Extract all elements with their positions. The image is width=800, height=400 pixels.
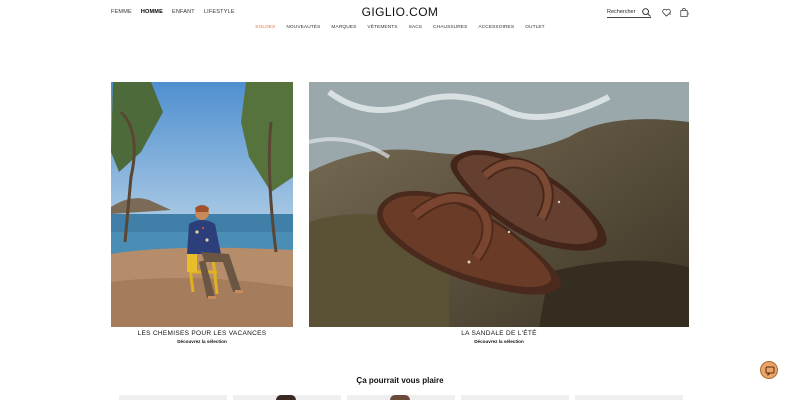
chat-icon (765, 366, 775, 376)
hero-tile-shirts[interactable] (111, 82, 293, 327)
product-card[interactable] (461, 395, 569, 400)
cat-soldes[interactable]: SOLDES (255, 25, 275, 30)
bag-count: 0 (687, 11, 690, 16)
cat-marques[interactable]: MARQUES (331, 25, 356, 30)
wishlist-count: 0 (669, 11, 672, 16)
cat-nouveautes[interactable]: NOUVEAUTÉS (286, 25, 320, 30)
search-icon[interactable] (642, 8, 651, 17)
hero-image-shirts (111, 82, 293, 327)
hero-image-sandals (309, 82, 689, 327)
hero-title-sandals[interactable]: LA SANDALE DE L'ÉTÉ (309, 330, 689, 337)
category-nav: SOLDES NOUVEAUTÉS MARQUES VÊTEMENTS SACS… (0, 25, 800, 30)
recommendations-title: Ça pourrait vous plaire (356, 376, 444, 385)
product-image (276, 395, 296, 400)
cat-outlet[interactable]: OUTLET (525, 25, 545, 30)
cat-sacs[interactable]: SACS (409, 25, 422, 30)
chat-button[interactable] (760, 361, 778, 379)
cat-chaussures[interactable]: CHAUSSURES (433, 25, 467, 30)
cat-vetements[interactable]: VÊTEMENTS (367, 25, 397, 30)
cat-accessoires[interactable]: ACCESSOIRES (478, 25, 514, 30)
hero-cta-sandals[interactable]: Découvrez la sélection (309, 339, 689, 344)
hero-cta-shirts[interactable]: Découvrez la sélection (111, 339, 293, 344)
hero-title-shirts[interactable]: LES CHEMISES POUR LES VACANCES (111, 330, 293, 337)
product-image (390, 395, 410, 400)
product-card[interactable] (575, 395, 683, 400)
product-card[interactable] (119, 395, 227, 400)
hero-tile-sandals[interactable] (309, 82, 689, 327)
